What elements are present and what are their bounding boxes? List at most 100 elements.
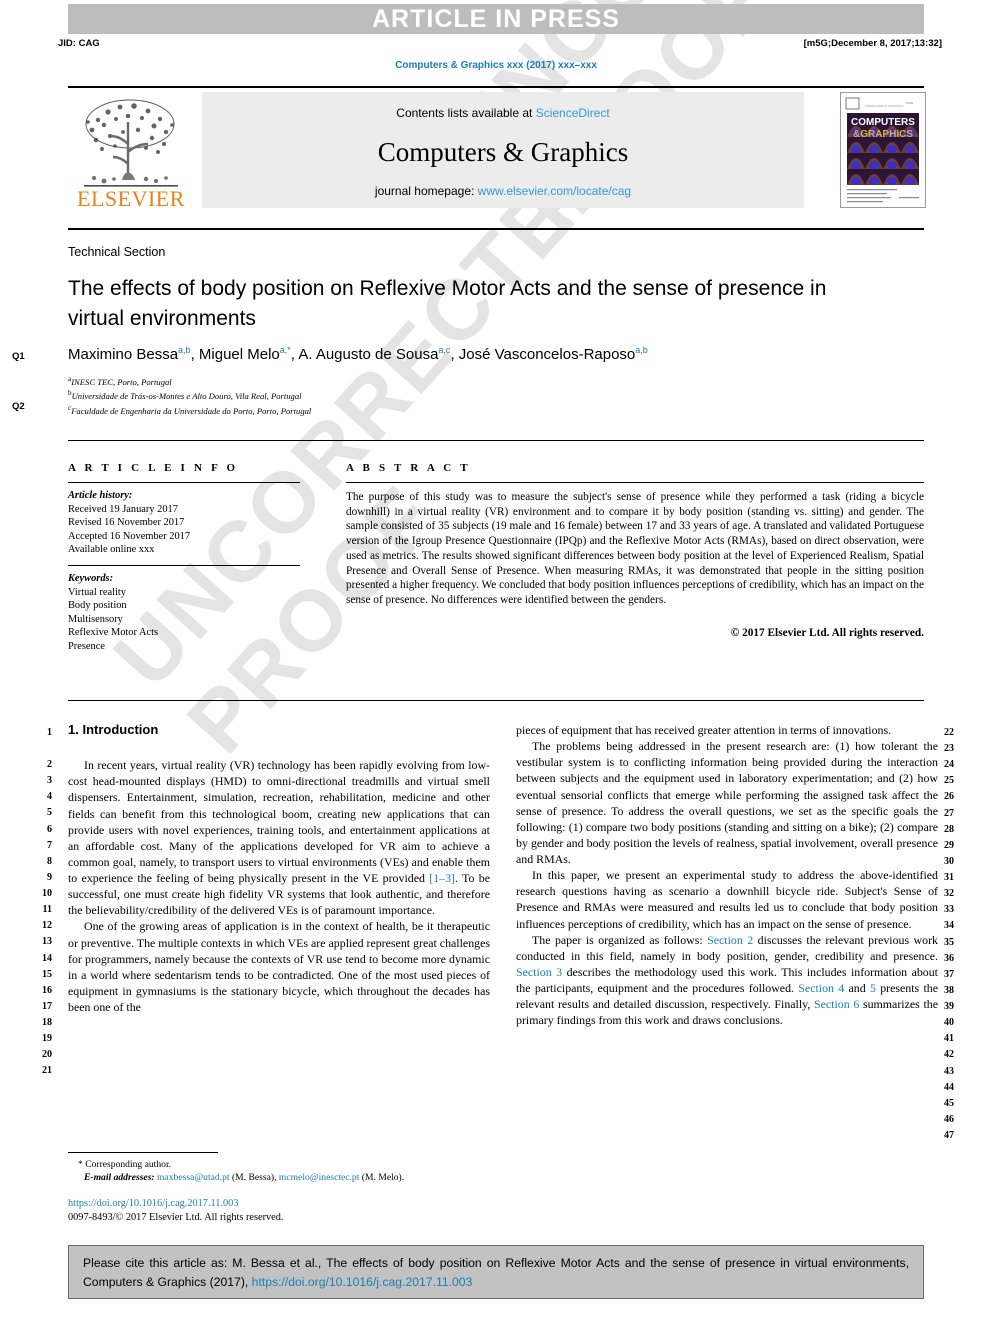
inline-reference-link[interactable]: Section 4 xyxy=(798,981,844,995)
footnote-block: * Corresponding author. E-mail addresses… xyxy=(68,1158,498,1184)
author-name: A. Augusto de Sousa xyxy=(298,346,439,363)
sciencedirect-link[interactable]: ScienceDirect xyxy=(536,106,610,120)
inline-reference-link[interactable]: Section 6 xyxy=(814,997,859,1011)
line-number: 40 xyxy=(944,1017,954,1029)
line-number: 21 xyxy=(42,1065,52,1077)
journal-homepage-link[interactable]: www.elsevier.com/locate/cag xyxy=(478,184,631,198)
keyword-item: Multisensory xyxy=(68,613,123,625)
journal-id-label: JID: CAG xyxy=(58,38,100,49)
line-number: 32 xyxy=(944,888,954,900)
contents-lists-line: Contents lists available at ScienceDirec… xyxy=(202,106,804,120)
paragraph: The problems being addressed in the pres… xyxy=(516,739,938,866)
line-number: 16 xyxy=(42,984,52,996)
author-affiliation-marker: a,b xyxy=(178,345,191,355)
masthead-center-panel: Contents lists available at ScienceDirec… xyxy=(202,92,804,208)
journal-homepage-line: journal homepage: www.elsevier.com/locat… xyxy=(202,184,804,198)
elsevier-logo: ELSEVIER xyxy=(68,92,194,211)
line-number: 11 xyxy=(42,904,52,916)
inline-reference-link[interactable]: Section 2 xyxy=(707,933,753,947)
article-info-rule-1 xyxy=(68,482,300,483)
body-column-left: 1. Introduction In recent years, virtual… xyxy=(68,722,490,1015)
author-name: Miguel Melo xyxy=(198,346,280,363)
affiliation-text: Universidade de Trás-os-Montes e Alto Do… xyxy=(71,391,302,402)
body-column-right: pieces of equipment that has received gr… xyxy=(516,722,938,1028)
abstract-rule xyxy=(346,482,924,483)
keyword-item: Body position xyxy=(68,600,127,612)
affiliation-list: aINESC TEC, Porto, Portugal bUniversidade… xyxy=(68,374,768,417)
article-history-block: Article history: Received 19 January 201… xyxy=(68,489,300,557)
paragraph: pieces of equipment that has received gr… xyxy=(516,723,892,737)
line-number: 23 xyxy=(944,743,954,755)
line-number: 25 xyxy=(944,775,954,787)
keyword-item: Reflexive Motor Acts xyxy=(68,627,159,639)
line-number: 17 xyxy=(42,1000,52,1012)
page-title: The effects of body position on Reflexiv… xyxy=(68,277,827,330)
line-number: 41 xyxy=(944,1033,954,1045)
keywords-block: Keywords: Virtual reality Body position … xyxy=(68,572,300,654)
journal-reference: Computers & Graphics xxx (2017) xxx–xxx xyxy=(395,60,597,71)
cite-this-article-box: Please cite this article as: M. Bessa et… xyxy=(68,1245,924,1299)
svg-text:ISSN: ISSN xyxy=(906,101,913,105)
inline-reference-link[interactable]: [1–3] xyxy=(429,871,455,885)
line-number: 6 xyxy=(47,823,52,835)
abstract-copyright: © 2017 Elsevier Ltd. All rights reserved… xyxy=(730,626,924,639)
email-link-melo[interactable]: mcmelo@inesctec.pt xyxy=(279,1172,360,1183)
affiliation-text: INESC TEC, Porto, Portugal xyxy=(71,376,172,387)
line-number: 1 xyxy=(47,727,52,738)
line-number: 33 xyxy=(944,904,954,916)
affiliation-item: bUniversidade de Trás-os-Montes e Alto D… xyxy=(68,388,768,402)
line-number: 30 xyxy=(944,855,954,867)
article-info-rule-2 xyxy=(68,564,300,566)
line-number: 3 xyxy=(47,775,52,787)
masthead-bottom-rule xyxy=(68,228,924,230)
line-number: 20 xyxy=(42,1049,52,1061)
author-affiliation-marker: a,* xyxy=(279,345,291,355)
info-top-rule xyxy=(68,440,924,441)
footnote-rule xyxy=(68,1152,218,1153)
line-number: 2 xyxy=(47,759,52,771)
paragraph: In recent years, virtual reality (VR) te… xyxy=(68,758,490,918)
author-affiliation-marker: a,b xyxy=(635,345,648,355)
paragraph: The paper is organized as follows: Secti… xyxy=(516,932,938,1028)
corresponding-author-text: Corresponding author. xyxy=(85,1159,172,1170)
line-number: 44 xyxy=(944,1081,954,1093)
query-marker-q2: Q2 xyxy=(12,401,25,412)
line-number: 35 xyxy=(944,936,954,948)
line-number: 46 xyxy=(944,1113,954,1125)
history-item: Available online xxx xyxy=(68,544,155,556)
email-owner-melo: (M. Melo). xyxy=(361,1172,405,1183)
doi-link[interactable]: https://doi.org/10.1016/j.cag.2017.11.00… xyxy=(68,1197,498,1211)
article-in-press-band: ARTICLE IN PRESS xyxy=(68,4,924,34)
line-number: 4 xyxy=(47,791,52,803)
line-number: 31 xyxy=(944,872,954,884)
line-number: 42 xyxy=(944,1049,954,1061)
line-number: 26 xyxy=(944,791,954,803)
line-number: 38 xyxy=(944,984,954,996)
journal-title: Computers & Graphics xyxy=(377,137,629,167)
email-link-bessa[interactable]: maxbessa@utad.pt xyxy=(157,1172,230,1183)
issn-copyright-line: 0097-8493/© 2017 Elsevier Ltd. All right… xyxy=(68,1211,284,1223)
line-number: 13 xyxy=(42,936,52,948)
cite-text: Please cite this article as: M. Bessa et… xyxy=(83,1256,909,1289)
email-addresses-label: E-mail addresses: xyxy=(84,1172,155,1183)
build-stamp-label: [m5G;December 8, 2017;13:32] xyxy=(803,38,942,49)
cite-this-article-text: Please cite this article as: M. Bessa et… xyxy=(69,1246,923,1292)
line-number: 5 xyxy=(47,807,52,819)
cite-doi-link[interactable]: https://doi.org/10.1016/j.cag.2017.11.00… xyxy=(252,1275,473,1289)
line-number: 12 xyxy=(42,920,52,932)
inline-reference-link[interactable]: Section 3 xyxy=(516,965,562,979)
inline-reference-link[interactable]: 5 xyxy=(870,981,876,995)
history-item: Received 19 January 2017 xyxy=(68,503,178,515)
article-history-label: Article history: xyxy=(68,490,133,501)
line-number: 28 xyxy=(944,823,954,835)
paragraph: In this paper, we present an experimenta… xyxy=(516,868,938,931)
paper-page: UNCORRECTED PROOF UNCORRECTED PROOF ARTI… xyxy=(0,0,992,1323)
journal-homepage-prefix: journal homepage: xyxy=(374,184,478,198)
cover-title-line1: COMPUTERS xyxy=(851,117,915,128)
affiliation-text: Faculdade de Engenharia da Universidade … xyxy=(71,405,312,416)
corresponding-author-marker: * xyxy=(78,1159,83,1170)
journal-cover-thumbnail: ISSN COMPUTERS & GRAPHICS COMPUTERS &GRA… xyxy=(840,92,926,208)
history-item: Revised 16 November 2017 xyxy=(68,517,185,529)
affiliation-item: aINESC TEC, Porto, Portugal xyxy=(68,374,768,388)
line-number: 22 xyxy=(944,727,954,738)
